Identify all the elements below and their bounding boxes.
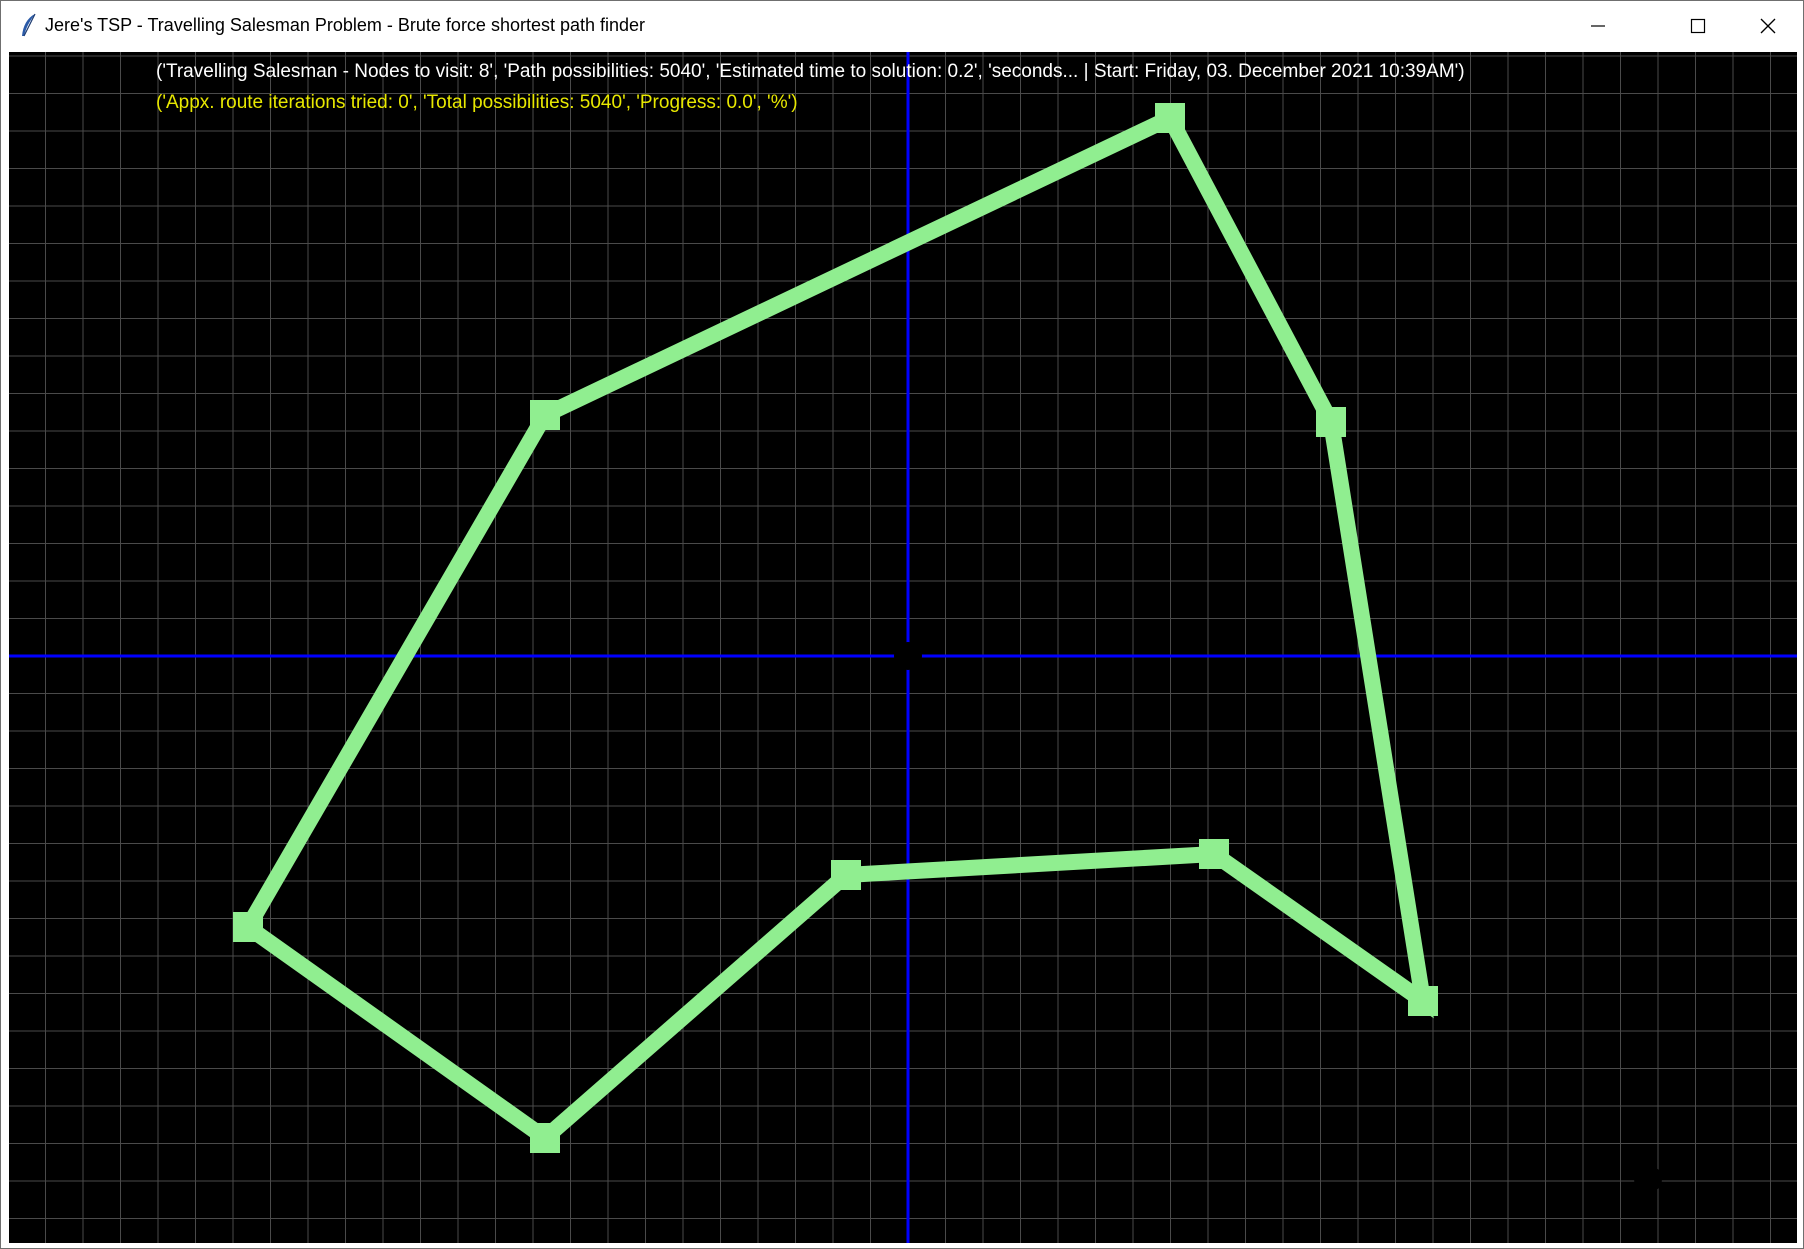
tsp-plot	[9, 52, 1797, 1243]
status-line-progress: ('Appx. route iterations tried: 0', 'Tot…	[156, 92, 798, 113]
tsp-canvas[interactable]: ('Travelling Salesman - Nodes to visit: …	[9, 52, 1797, 1243]
node-6	[530, 1123, 560, 1153]
maximize-icon	[1690, 18, 1706, 34]
window-title: Jere's TSP - Travelling Salesman Problem…	[45, 15, 646, 35]
minimize-icon	[1591, 25, 1605, 27]
maximize-button[interactable]	[1663, 1, 1733, 51]
route-path	[237, 107, 1434, 1149]
node-5	[831, 860, 861, 890]
node-3	[1408, 986, 1438, 1016]
origin-marker	[894, 642, 922, 670]
minimize-button[interactable]	[1563, 1, 1633, 51]
node-4	[1199, 839, 1229, 869]
feather-icon	[22, 13, 36, 37]
title-bar[interactable]: Jere's TSP - Travelling Salesman Problem…	[1, 1, 1803, 51]
close-icon	[1760, 18, 1776, 34]
corner-marker	[1634, 1165, 1662, 1193]
node-2	[1316, 407, 1346, 437]
app-window: Jere's TSP - Travelling Salesman Problem…	[0, 0, 1804, 1249]
node-8	[530, 400, 560, 430]
status-line-primary: ('Travelling Salesman - Nodes to visit: …	[156, 61, 1465, 82]
node-1	[1155, 103, 1185, 133]
node-7	[233, 912, 263, 942]
close-button[interactable]	[1733, 1, 1803, 51]
